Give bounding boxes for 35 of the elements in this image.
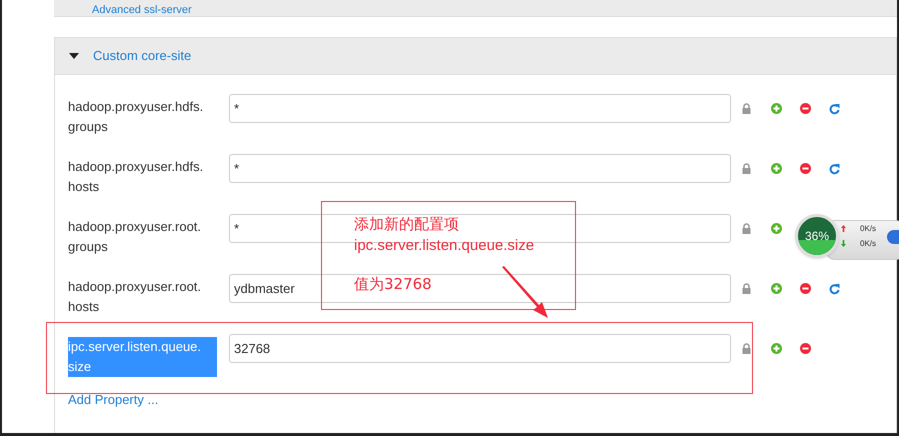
- add-icon[interactable]: [771, 283, 782, 294]
- undo-icon[interactable]: [829, 102, 840, 114]
- annotation-text: 值为32768: [354, 274, 433, 295]
- lock-icon: [742, 343, 751, 354]
- property-name: ipc.server.listen.queue.size: [68, 337, 217, 377]
- lock-icon: [742, 103, 751, 114]
- add-icon[interactable]: [771, 223, 782, 234]
- undo-icon[interactable]: [829, 162, 840, 174]
- property-name: hadoop.proxyuser.hdfs.hosts: [68, 158, 204, 196]
- remove-icon[interactable]: [800, 283, 811, 294]
- undo-icon[interactable]: [829, 282, 840, 294]
- remove-icon[interactable]: [800, 343, 811, 354]
- caret-icon[interactable]: [69, 53, 79, 59]
- remove-icon[interactable]: [800, 163, 811, 174]
- upload-speed: 0K/s: [860, 224, 876, 234]
- download-speed: 0K/s: [860, 239, 876, 249]
- lock-icon: [742, 283, 751, 294]
- add-icon[interactable]: [771, 103, 782, 114]
- lock-icon: [742, 163, 751, 174]
- value-field[interactable]: *: [229, 94, 731, 123]
- value-field[interactable]: 32768: [229, 334, 731, 363]
- arrow: [500, 266, 550, 320]
- percent-gauge: 36%: [795, 214, 839, 258]
- add-property-link[interactable]: Add Property ...: [68, 390, 158, 410]
- remove-icon[interactable]: [800, 103, 811, 114]
- value-field[interactable]: *: [229, 154, 731, 183]
- add-icon[interactable]: [771, 343, 782, 354]
- annotation-text: 添加新的配置项: [354, 214, 460, 234]
- property-name: hadoop.proxyuser.hdfs.groups: [68, 98, 204, 136]
- down-arrow-icon: [841, 240, 846, 247]
- up-arrow-icon: [841, 225, 846, 232]
- add-icon[interactable]: [771, 163, 782, 174]
- lock-icon: [742, 223, 751, 234]
- property-name: hadoop.proxyuser.root.groups: [68, 218, 202, 256]
- property-name: hadoop.proxyuser.root.hosts: [68, 278, 202, 316]
